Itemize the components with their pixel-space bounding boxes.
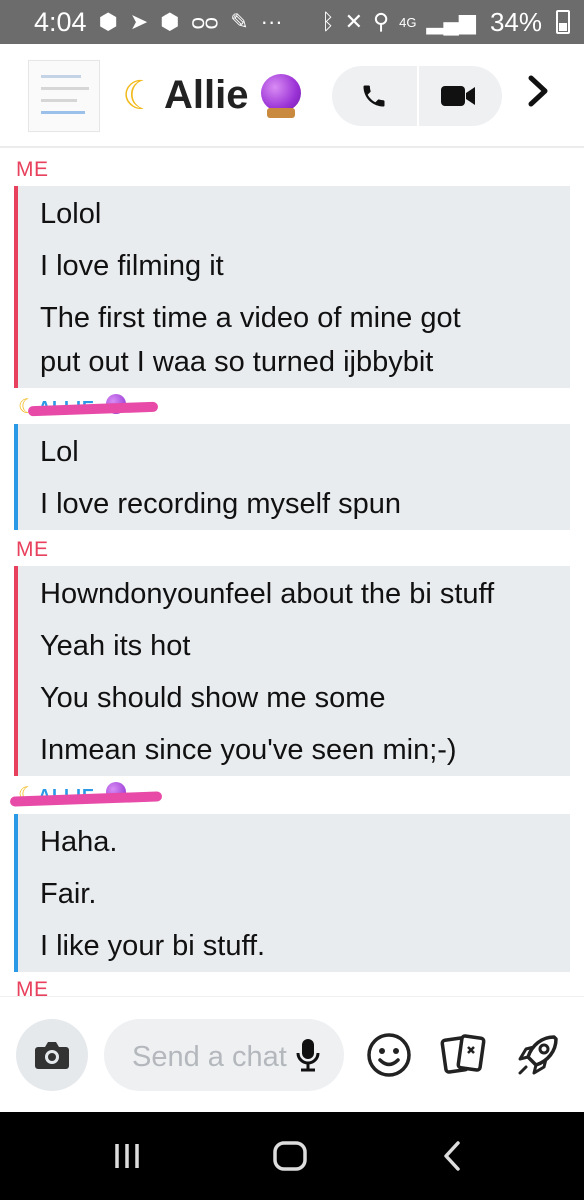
bluetooth-icon: ᛒ (321, 9, 335, 34)
sender-label-her: ☾ ALLIE (9, 782, 174, 812)
message-text[interactable]: Lol (40, 430, 79, 474)
notification-app-icon: ⬢ (160, 9, 180, 34)
pen-icon: ✎ (230, 9, 249, 34)
message-text[interactable]: Fair. (40, 872, 96, 916)
recent-apps-icon (115, 1144, 139, 1168)
status-time: 4:04 (34, 6, 87, 37)
chat-header: ☾ Allie (0, 44, 584, 148)
cards-icon (440, 1034, 486, 1074)
chevron-right-icon (528, 75, 548, 107)
back-icon (444, 1141, 460, 1171)
call-controls (332, 66, 502, 126)
moon-emoji-icon: ☾ (122, 74, 158, 118)
telegram-icon: ➤ (129, 9, 149, 34)
sender-label-her: ☾ ALLIE (14, 394, 174, 424)
smiley-icon (367, 1033, 411, 1077)
status-bar: 4:04 ⬢ ➤ ⬢ ᴑᴑ ✎ ··· ᛒ ✕ ⚲ 4G ▂▄▆ 34% (0, 0, 584, 44)
voicemail-icon: ᴑᴑ (191, 9, 219, 34)
mute-icon: ✕ (344, 9, 364, 34)
crystal-ball-emoji-icon (258, 74, 304, 120)
message-text[interactable]: Yeah its hot (40, 624, 191, 668)
message-text[interactable]: I like your bi stuff. (40, 924, 265, 968)
notification-icons: ⬢ ➤ ⬢ ᴑᴑ ✎ ··· (99, 9, 283, 35)
battery-level: 34% (489, 6, 542, 37)
notification-app-icon: ⬢ (98, 9, 118, 34)
message-text[interactable]: Lolol (40, 192, 101, 236)
back-button[interactable] (438, 1140, 468, 1172)
message-text[interactable]: Inmean since you've seen min;-) (40, 728, 457, 772)
contact-avatar[interactable] (28, 60, 100, 132)
sender-label-me: ME (16, 158, 49, 181)
open-profile-button[interactable] (526, 74, 566, 118)
games-button[interactable] (514, 1031, 562, 1079)
message-text[interactable]: I love filming it (40, 244, 224, 288)
camera-button[interactable] (16, 1019, 88, 1091)
video-icon (441, 86, 475, 106)
chat-input-placeholder: Send a chat (132, 1041, 287, 1073)
more-icon: ··· (260, 9, 283, 34)
message-text[interactable]: Howndonyounfeel about the bi stuff (40, 572, 494, 616)
home-icon (273, 1141, 307, 1171)
voice-call-button[interactable] (332, 66, 416, 126)
chat-thread[interactable]: ME Lolol I love filming it The first tim… (0, 150, 584, 996)
rocket-icon (518, 1035, 558, 1075)
video-call-button[interactable] (419, 66, 502, 126)
message-text[interactable]: The first time a video of mine got (40, 296, 461, 340)
message-text[interactable]: put out I waa so turned ijbbybit (40, 340, 433, 384)
message-text[interactable]: I love recording myself spun (40, 482, 401, 526)
sender-label-me: ME (16, 978, 49, 996)
battery-icon (556, 10, 570, 34)
signal-icon: ▂▄▆ (426, 9, 476, 34)
recent-apps-button[interactable] (108, 1142, 146, 1170)
contact-name[interactable]: Allie (164, 72, 248, 118)
home-button[interactable] (272, 1140, 308, 1172)
chat-input[interactable]: Send a chat (104, 1019, 344, 1091)
message-group-me: Howndonyounfeel about the bi stuff Yeah … (14, 566, 570, 776)
stickers-button[interactable] (440, 1031, 488, 1079)
message-text[interactable]: Haha. (40, 820, 117, 864)
camera-icon (35, 1042, 69, 1069)
message-group-her: Haha. Fair. I like your bi stuff. (14, 814, 570, 972)
microphone-icon (296, 1039, 320, 1072)
system-icons: ᛒ ✕ ⚲ 4G ▂▄▆ 34% (321, 7, 570, 38)
composer-bar: Send a chat (0, 996, 584, 1112)
emoji-button[interactable] (365, 1031, 413, 1079)
sender-label-me: ME (16, 538, 49, 561)
network-type-icon: 4G (399, 14, 417, 30)
message-group-her: Lol I love recording myself spun (14, 424, 570, 530)
message-group-me: Lolol I love filming it The first time a… (14, 186, 570, 388)
message-text[interactable]: You should show me some (40, 676, 386, 720)
location-icon: ⚲ (373, 9, 390, 34)
navigation-bar (0, 1112, 584, 1200)
phone-icon (363, 85, 385, 107)
